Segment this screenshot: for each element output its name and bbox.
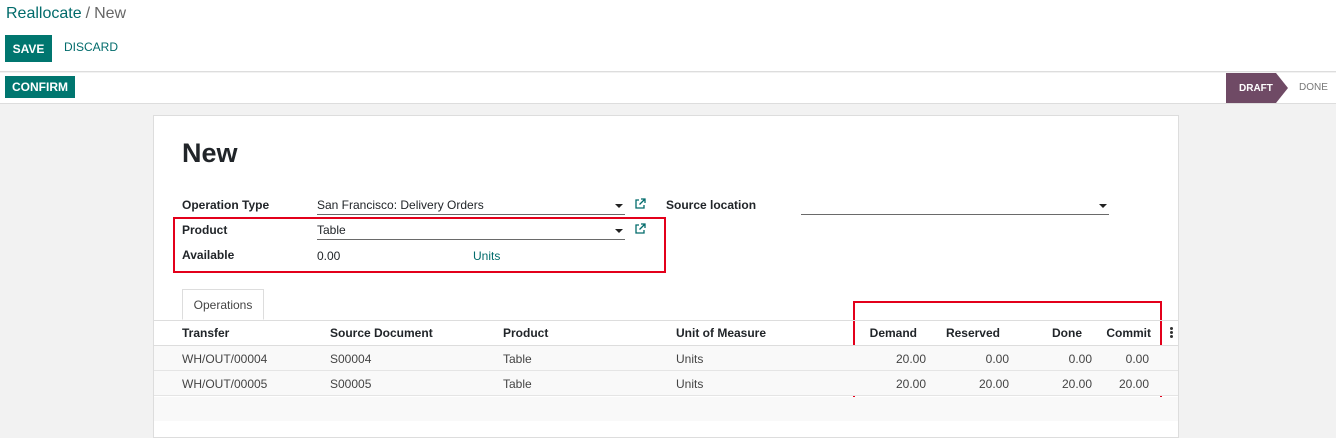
- breadcrumb-parent-link[interactable]: Reallocate: [6, 5, 82, 22]
- breadcrumb: Reallocate / New: [6, 5, 126, 23]
- cell-done: 20.00: [1061, 377, 1092, 391]
- cell-commit: 0.00: [1125, 352, 1149, 366]
- table-empty-row: [154, 397, 1178, 421]
- status-bar: CONFIRM DRAFT DONE: [0, 73, 1336, 104]
- table-row[interactable]: WH/OUT/00004 S00004 Table Units 20.00 0.…: [154, 346, 1178, 371]
- column-header-commit[interactable]: Commit: [1094, 326, 1151, 340]
- column-header-demand[interactable]: Demand: [856, 326, 917, 340]
- cell-product: Table: [503, 377, 532, 391]
- cell-reserved: 0.00: [985, 352, 1009, 366]
- cell-transfer: WH/OUT/00004: [182, 352, 268, 366]
- control-panel: Reallocate / New SAVE DISCARD: [0, 0, 1336, 72]
- cell-source-document: S00004: [330, 352, 372, 366]
- cell-product: Table: [503, 352, 532, 366]
- discard-button[interactable]: DISCARD: [64, 40, 118, 54]
- source-location-label: Source location: [666, 198, 757, 212]
- save-button[interactable]: SAVE: [5, 35, 52, 62]
- cell-demand: 20.00: [895, 352, 926, 366]
- column-header-reserved[interactable]: Reserved: [930, 326, 1000, 340]
- operation-type-value: San Francisco: Delivery Orders: [317, 198, 484, 212]
- cell-demand: 20.00: [895, 377, 926, 391]
- operation-type-select[interactable]: San Francisco: Delivery Orders: [317, 197, 625, 215]
- source-location-select[interactable]: [801, 197, 1109, 215]
- page-title: New: [182, 138, 238, 168]
- column-header-source-document[interactable]: Source Document: [330, 326, 433, 340]
- breadcrumb-separator: /: [85, 5, 91, 22]
- tab-operations[interactable]: Operations: [182, 289, 264, 320]
- chevron-down-icon: [615, 204, 623, 208]
- cell-source-document: S00005: [330, 377, 372, 391]
- cell-commit: 20.00: [1118, 377, 1149, 391]
- stage-draft[interactable]: DRAFT: [1226, 73, 1288, 103]
- confirm-button[interactable]: CONFIRM: [5, 76, 75, 98]
- column-header-unit-of-measure[interactable]: Unit of Measure: [676, 326, 766, 340]
- cell-transfer: WH/OUT/00005: [182, 377, 268, 391]
- cell-unit-of-measure: Units: [676, 377, 704, 391]
- cell-unit-of-measure: Units: [676, 352, 704, 366]
- external-link-icon[interactable]: [634, 198, 646, 210]
- chevron-down-icon: [1099, 204, 1107, 208]
- table-header: Transfer Source Document Product Unit of…: [154, 321, 1178, 346]
- form-sheet: New Operation Type San Francisco: Delive…: [153, 115, 1179, 438]
- cell-done: 0.00: [1068, 352, 1092, 366]
- column-header-product[interactable]: Product: [503, 326, 548, 340]
- cell-reserved: 20.00: [978, 377, 1009, 391]
- stage-done[interactable]: DONE: [1299, 82, 1328, 93]
- table-row[interactable]: WH/OUT/00005 S00005 Table Units 20.00 20…: [154, 371, 1178, 396]
- optional-columns-icon[interactable]: [1170, 327, 1174, 339]
- annotation-box-product: [173, 217, 666, 273]
- column-header-transfer[interactable]: Transfer: [182, 326, 229, 340]
- column-header-done[interactable]: Done: [1022, 326, 1082, 340]
- breadcrumb-current: New: [94, 5, 127, 22]
- operation-type-label: Operation Type: [182, 198, 270, 212]
